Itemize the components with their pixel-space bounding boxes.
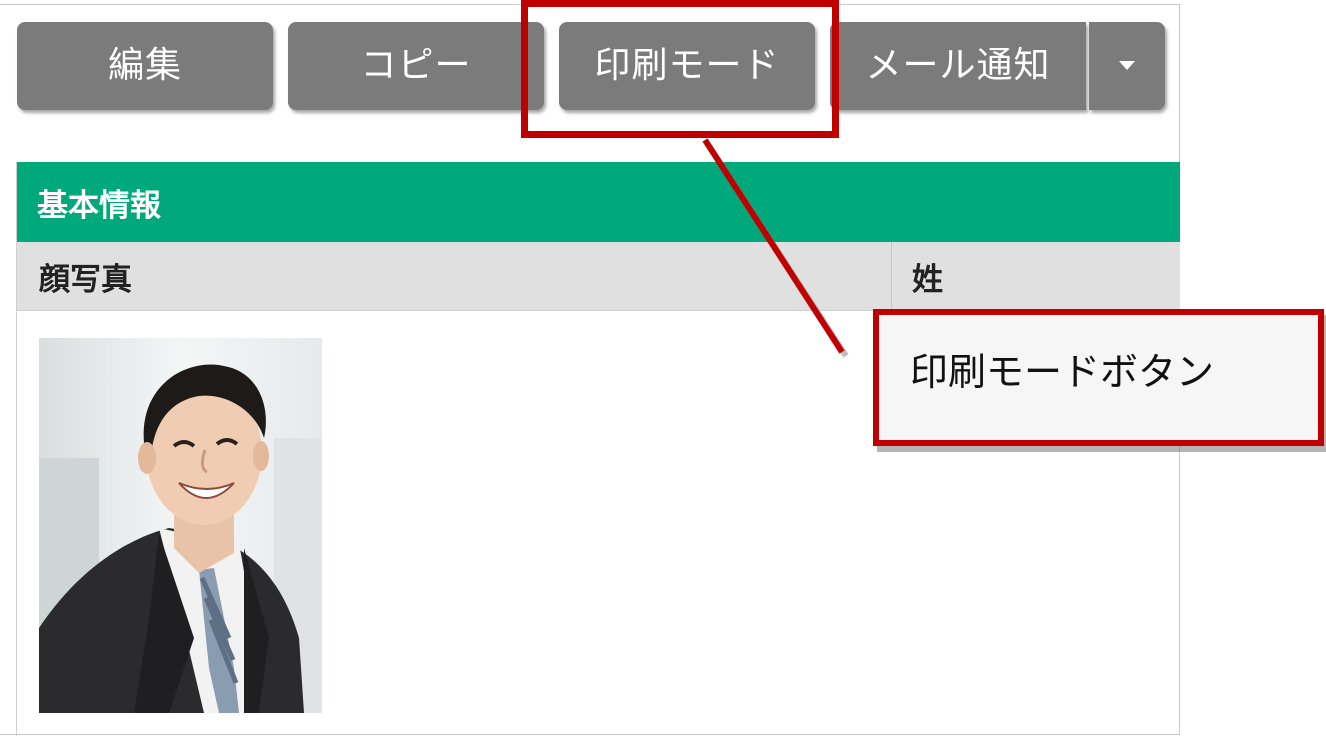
- print-mode-highlight-frame: [521, 0, 839, 138]
- profile-photo: [39, 338, 322, 713]
- column-headers: 顔写真 姓: [17, 242, 1180, 311]
- column-header-surname: 姓: [912, 261, 943, 298]
- edit-button[interactable]: 編集: [17, 22, 273, 110]
- column-header-photo: 顔写真: [17, 242, 892, 310]
- more-options-button[interactable]: [1089, 22, 1165, 110]
- section-title: 基本情報: [17, 162, 1180, 242]
- mail-notify-button[interactable]: メール通知: [830, 22, 1086, 110]
- callout-label: 印刷モードボタン: [873, 309, 1324, 446]
- copy-button[interactable]: コピー: [288, 22, 544, 110]
- basic-info-section: 基本情報 顔写真 姓: [16, 162, 1180, 736]
- chevron-down-icon: [1119, 60, 1135, 70]
